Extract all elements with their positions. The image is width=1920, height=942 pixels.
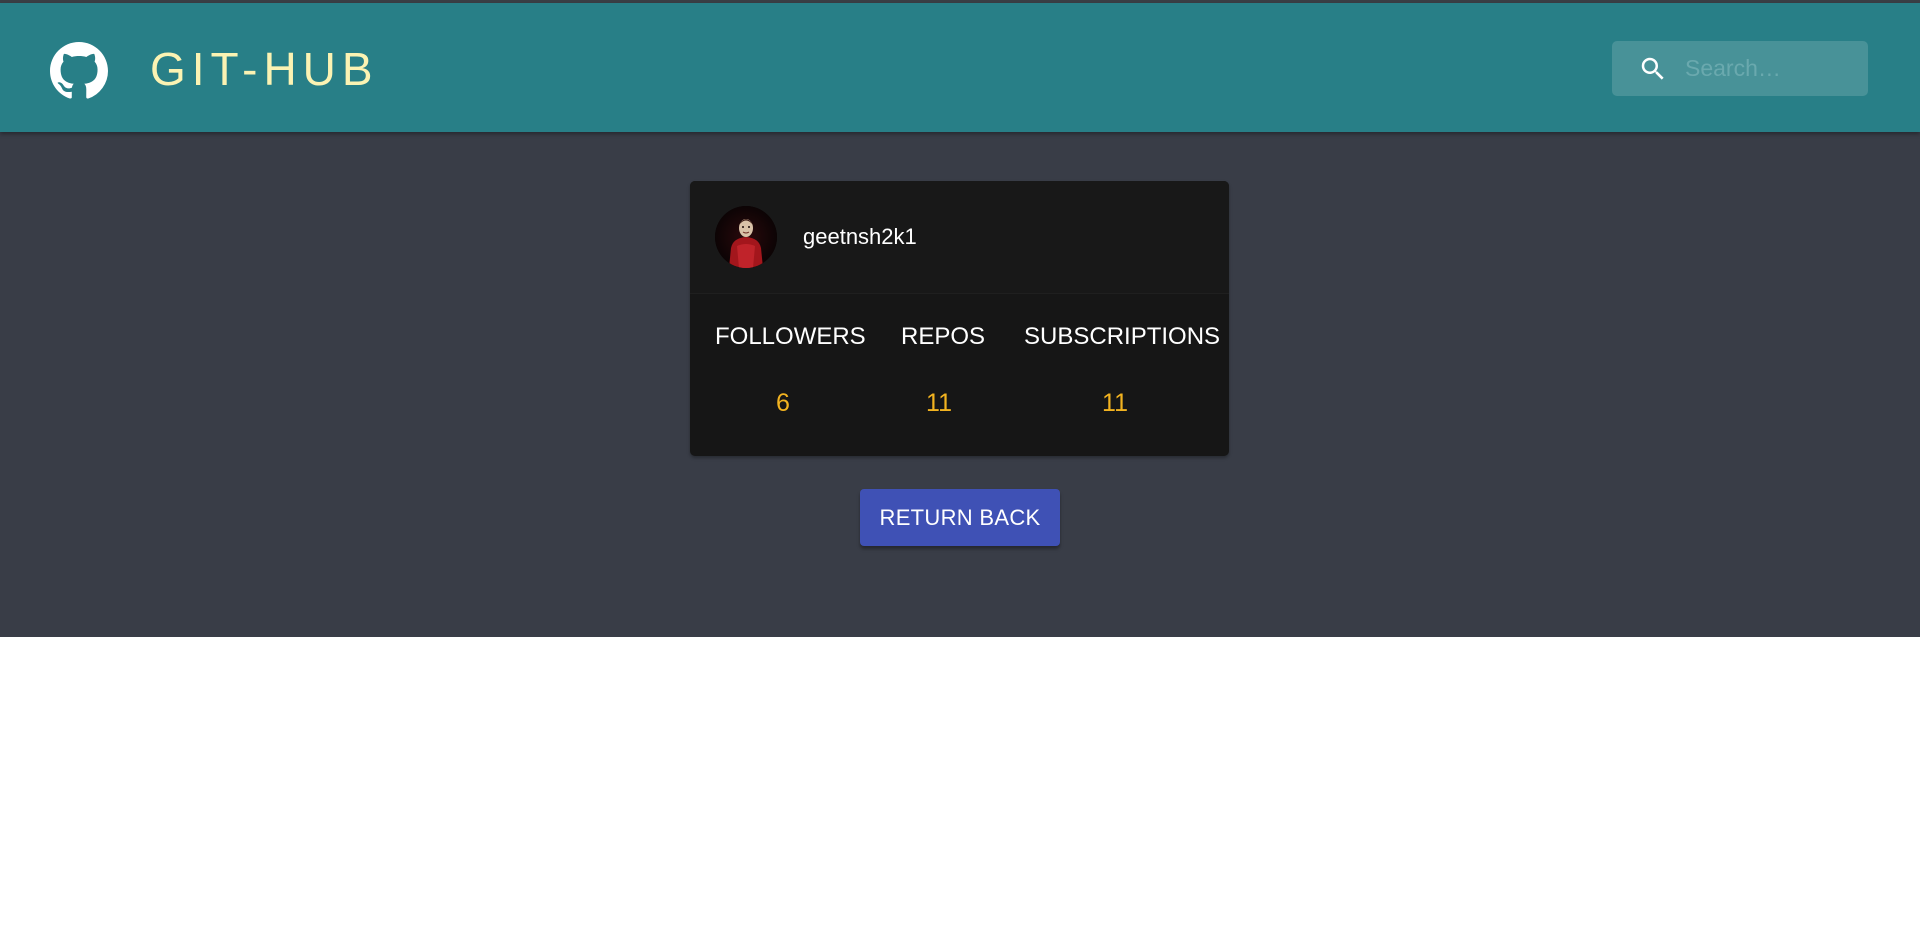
brand-title: GIT-HUB xyxy=(150,43,379,95)
search-input[interactable] xyxy=(1685,41,1860,96)
github-logo-icon[interactable] xyxy=(50,42,108,100)
search-icon xyxy=(1641,57,1664,80)
avatar xyxy=(715,206,777,268)
profile-username: geetnsh2k1 xyxy=(803,224,917,249)
profile-card-header: geetnsh2k1 xyxy=(690,181,1229,294)
stat-subscriptions-value: 11 xyxy=(1102,389,1128,417)
profile-card: geetnsh2k1 FOLLOWERS 6 REPOS 11 SUBSCRIP… xyxy=(690,181,1229,456)
stat-repos-value: 11 xyxy=(926,389,952,417)
return-back-button[interactable]: RETURN BACK xyxy=(860,489,1060,546)
stat-followers-label: FOLLOWERS xyxy=(715,323,866,350)
stat-repos: REPOS 11 xyxy=(901,323,986,417)
app-bar: GIT-HUB xyxy=(0,3,1920,132)
main-content: geetnsh2k1 FOLLOWERS 6 REPOS 11 SUBSCRIP… xyxy=(0,132,1920,637)
stat-followers: FOLLOWERS 6 xyxy=(715,323,866,417)
stat-subscriptions: SUBSCRIPTIONS 11 xyxy=(1024,323,1221,417)
avatar-image xyxy=(715,206,777,268)
stat-repos-label: REPOS xyxy=(901,323,986,350)
search-box[interactable] xyxy=(1612,41,1868,96)
stat-subscriptions-label: SUBSCRIPTIONS xyxy=(1024,323,1221,350)
stat-followers-value: 6 xyxy=(776,389,790,417)
